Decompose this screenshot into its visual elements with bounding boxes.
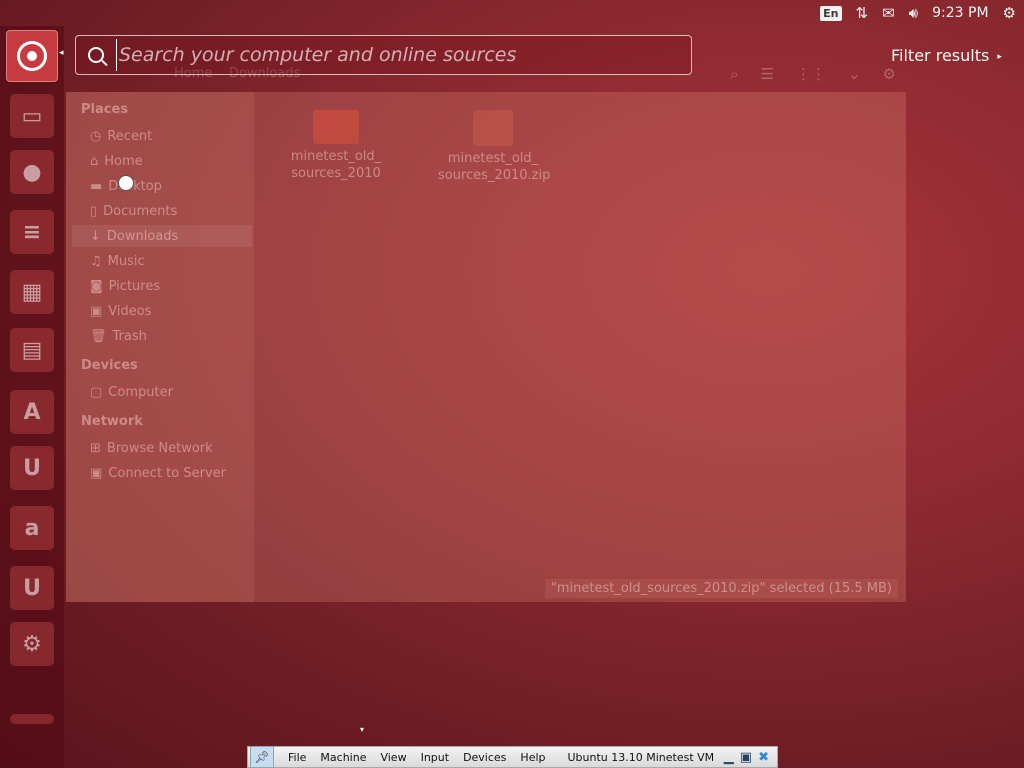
system-tray: En ⇅ ✉ 🔊︎ 9:23 PM ⚙︎ [820, 4, 1016, 22]
film-icon: ▣ [90, 304, 103, 319]
filter-results-button[interactable]: Filter results ▸ [891, 46, 1002, 65]
gear-icon[interactable]: ⚙ [883, 65, 896, 83]
chevron-right-icon: ▸ [997, 51, 1002, 62]
menu-devices[interactable]: Devices [463, 751, 506, 764]
server-icon: ▣ [90, 466, 103, 481]
sidebar-item-computer[interactable]: ▢ Computer [90, 385, 173, 400]
firefox-launcher-icon[interactable]: ● [10, 150, 54, 194]
calc-launcher-icon[interactable]: ▦ [10, 270, 54, 314]
menu-help[interactable]: Help [520, 751, 545, 764]
file-name-line1: minetest_old_ [447, 151, 539, 166]
archive-icon [473, 110, 513, 146]
file-item-zip[interactable]: minetest_old_ sources_2010.zip [438, 110, 551, 184]
sidebar-item-recent[interactable]: ◷ Recent [90, 129, 152, 144]
menu-view[interactable]: View [380, 751, 406, 764]
sidebar-item-downloads[interactable]: ↓ Downloads [71, 225, 253, 247]
close-icon[interactable]: ✖ [758, 750, 769, 765]
sidebar-item-trash[interactable]: 🗑︎ Trash [90, 329, 147, 344]
vbox-menu: File Machine View Input Devices Help [288, 751, 546, 764]
clock[interactable]: 9:23 PM [932, 5, 988, 21]
software-center-launcher-icon[interactable]: A [10, 390, 54, 434]
vm-title: Ubuntu 13.10 Minetest VM [567, 750, 715, 764]
file-name-line1: minetest_old_ [290, 149, 382, 164]
mouse-cursor [118, 175, 134, 191]
toolbar-arrow-icon: ▾ [360, 725, 365, 734]
trash-launcher-icon[interactable] [10, 714, 54, 724]
network-icon[interactable]: ⇅ [856, 4, 869, 22]
search-icon[interactable]: ⌕ [730, 65, 738, 83]
ubuntu-one-launcher-icon[interactable]: U [10, 446, 54, 490]
sidebar-item-videos[interactable]: ▣ Videos [90, 304, 152, 319]
music-icon: ♫ [90, 254, 102, 269]
pin-icon[interactable]: 📌︎ [250, 746, 274, 768]
search-icon [88, 47, 104, 63]
system-settings-launcher-icon[interactable]: ⚙ [10, 622, 54, 666]
download-icon: ↓ [90, 229, 101, 244]
document-icon: ▯ [90, 204, 98, 219]
network-heading: Network [81, 414, 143, 429]
dash-search-input[interactable] [116, 39, 691, 71]
home-icon: ⌂ [90, 154, 99, 169]
files-launcher-icon[interactable]: ▭ [10, 94, 54, 138]
file-manager-sidebar: Places ◷ Recent ⌂ Home ▬ Desktop ▯ Documents… [66, 92, 254, 602]
sidebar-item-documents[interactable]: ▯ Documents [90, 204, 177, 219]
file-name-line2: sources_2010 [291, 166, 381, 181]
menu-input[interactable]: Input [421, 751, 449, 764]
ubuntu-one-music-launcher-icon[interactable]: U [10, 566, 54, 610]
sidebar-item-connect-to-server[interactable]: ▣ Connect to Server [90, 466, 226, 481]
sidebar-item-music[interactable]: ♫ Music [90, 254, 145, 269]
mail-icon[interactable]: ✉ [882, 4, 895, 22]
file-manager-toolbar: ⌕ ☰ ⋮⋮ ⌄ ⚙ [730, 65, 896, 83]
file-item-folder[interactable]: minetest_old_ sources_2010 [281, 110, 391, 182]
places-heading: Places [81, 102, 129, 117]
file-manager-window: Places ◷ Recent ⌂ Home ▬ Desktop ▯ Documents… [66, 92, 906, 602]
filter-results-label: Filter results [891, 46, 990, 65]
camera-icon: ◙ [90, 279, 103, 294]
top-panel: En ⇅ ✉ 🔊︎ 9:23 PM ⚙︎ [0, 0, 1024, 26]
minimize-icon[interactable]: ▁ [724, 750, 734, 765]
folder-icon: ▬ [90, 179, 103, 194]
restore-icon[interactable]: ▣ [740, 750, 752, 765]
file-name-line2: sources_2010.zip [438, 168, 551, 183]
folder-icon [313, 110, 359, 144]
volume-icon[interactable]: 🔊︎ [909, 4, 918, 22]
system-icon[interactable]: ⚙︎ [1003, 4, 1016, 22]
devices-heading: Devices [81, 358, 138, 373]
impress-launcher-icon[interactable]: ▤ [10, 328, 54, 372]
writer-launcher-icon[interactable]: ≡ [10, 210, 54, 254]
dash-home-button[interactable] [6, 30, 58, 82]
trash-icon: 🗑︎ [90, 329, 107, 344]
chevron-down-icon[interactable]: ⌄ [848, 65, 861, 83]
status-bar: "minetest_old_sources_2010.zip" selected… [544, 579, 898, 598]
keyboard-layout-indicator[interactable]: En [820, 5, 842, 21]
sidebar-item-pictures[interactable]: ◙ Pictures [90, 279, 160, 294]
sidebar-item-browse-network[interactable]: ⊞ Browse Network [90, 441, 213, 456]
dash-search-box[interactable] [75, 35, 692, 75]
active-arrow-icon: ◂ [59, 48, 64, 58]
amazon-launcher-icon[interactable]: a [10, 506, 54, 550]
ubuntu-logo-icon [17, 41, 47, 71]
computer-icon: ▢ [90, 385, 103, 400]
virtualbox-mini-toolbar: 📌︎ File Machine View Input Devices Help … [247, 746, 778, 768]
grid-view-icon[interactable]: ⋮⋮ [796, 65, 826, 83]
vbox-window-controls: ▁ ▣ ✖ [724, 750, 769, 765]
menu-machine[interactable]: Machine [320, 751, 366, 764]
clock-icon: ◷ [90, 129, 102, 144]
sidebar-item-home[interactable]: ⌂ Home [90, 154, 143, 169]
launcher: ◂ ▭ ● ≡ ▦ ▤ A U a U ⚙ [0, 26, 64, 768]
network-icon: ⊞ [90, 441, 101, 456]
list-view-icon[interactable]: ☰ [761, 65, 774, 83]
menu-file[interactable]: File [288, 751, 306, 764]
